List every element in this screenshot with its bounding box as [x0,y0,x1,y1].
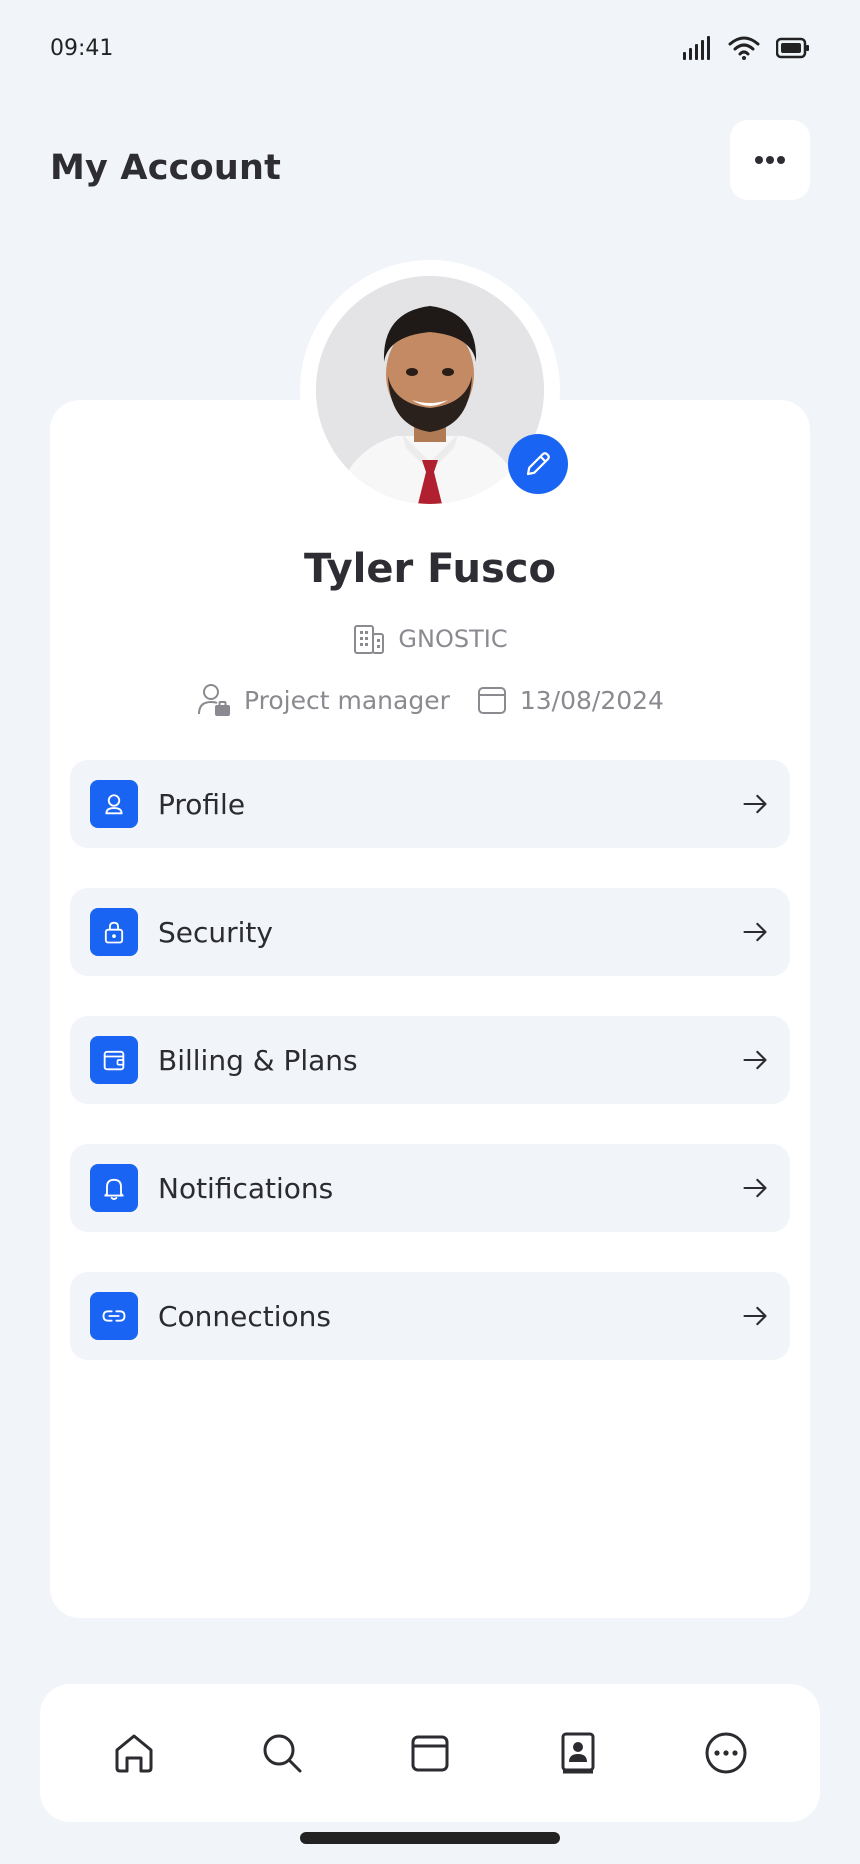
page-title: My Account [50,148,282,188]
nav-more[interactable] [691,1718,761,1788]
menu-item-connections[interactable]: Connections [70,1272,790,1360]
nav-home[interactable] [99,1718,169,1788]
pencil-icon [526,452,550,476]
company-row: GNOSTIC [0,622,860,656]
status-time: 09:41 [50,36,114,61]
calendar-icon [477,687,506,714]
contacts-icon [561,1732,595,1774]
more-options-button[interactable] [730,120,810,200]
meta-row: Project manager 13/08/2024 [0,682,860,718]
home-icon [115,1734,153,1773]
menu-label: Billing & Plans [158,1043,358,1077]
menu-item-security[interactable]: Security [70,888,790,976]
more-horizontal-icon [755,156,785,164]
arrow-right-icon [740,1045,770,1075]
building-icon [354,625,385,654]
wallet-icon [90,1036,138,1084]
menu-label: Connections [158,1299,332,1333]
battery-icon [776,37,809,59]
more-circle-icon [705,1732,747,1774]
arrow-right-icon [740,1301,770,1331]
status-bar: 09:41 [0,0,860,100]
user-name: Tyler Fusco [304,546,556,592]
role-text: Project manager [244,685,450,715]
arrow-right-icon [740,917,770,947]
date-item: 13/08/2024 [476,684,664,716]
date-text: 13/08/2024 [519,685,664,715]
arrow-right-icon [740,1173,770,1203]
signal-icon [683,36,710,60]
bottom-nav [40,1684,820,1822]
lock-icon [90,908,138,956]
bell-icon [90,1164,138,1212]
nav-contacts[interactable] [543,1718,613,1788]
menu-label: Notifications [158,1171,334,1205]
menu-item-notifications[interactable]: Notifications [70,1144,790,1232]
arrow-right-icon [740,789,770,819]
menu-label: Profile [158,787,246,821]
role-item: Project manager [196,682,450,718]
menu-label: Security [158,915,273,949]
edit-avatar-button[interactable] [508,434,568,494]
status-icons [682,36,810,60]
nav-calendar[interactable] [395,1718,465,1788]
calendar-icon [411,1735,449,1772]
home-indicator[interactable] [300,1832,560,1844]
user-icon [90,780,138,828]
wifi-icon [728,36,760,60]
company-name: GNOSTIC [398,625,508,653]
menu-item-profile[interactable]: Profile [70,760,790,848]
link-icon [90,1292,138,1340]
nav-search[interactable] [247,1718,317,1788]
menu-item-billing[interactable]: Billing & Plans [70,1016,790,1104]
search-icon [263,1734,302,1773]
user-briefcase-icon [198,684,231,716]
